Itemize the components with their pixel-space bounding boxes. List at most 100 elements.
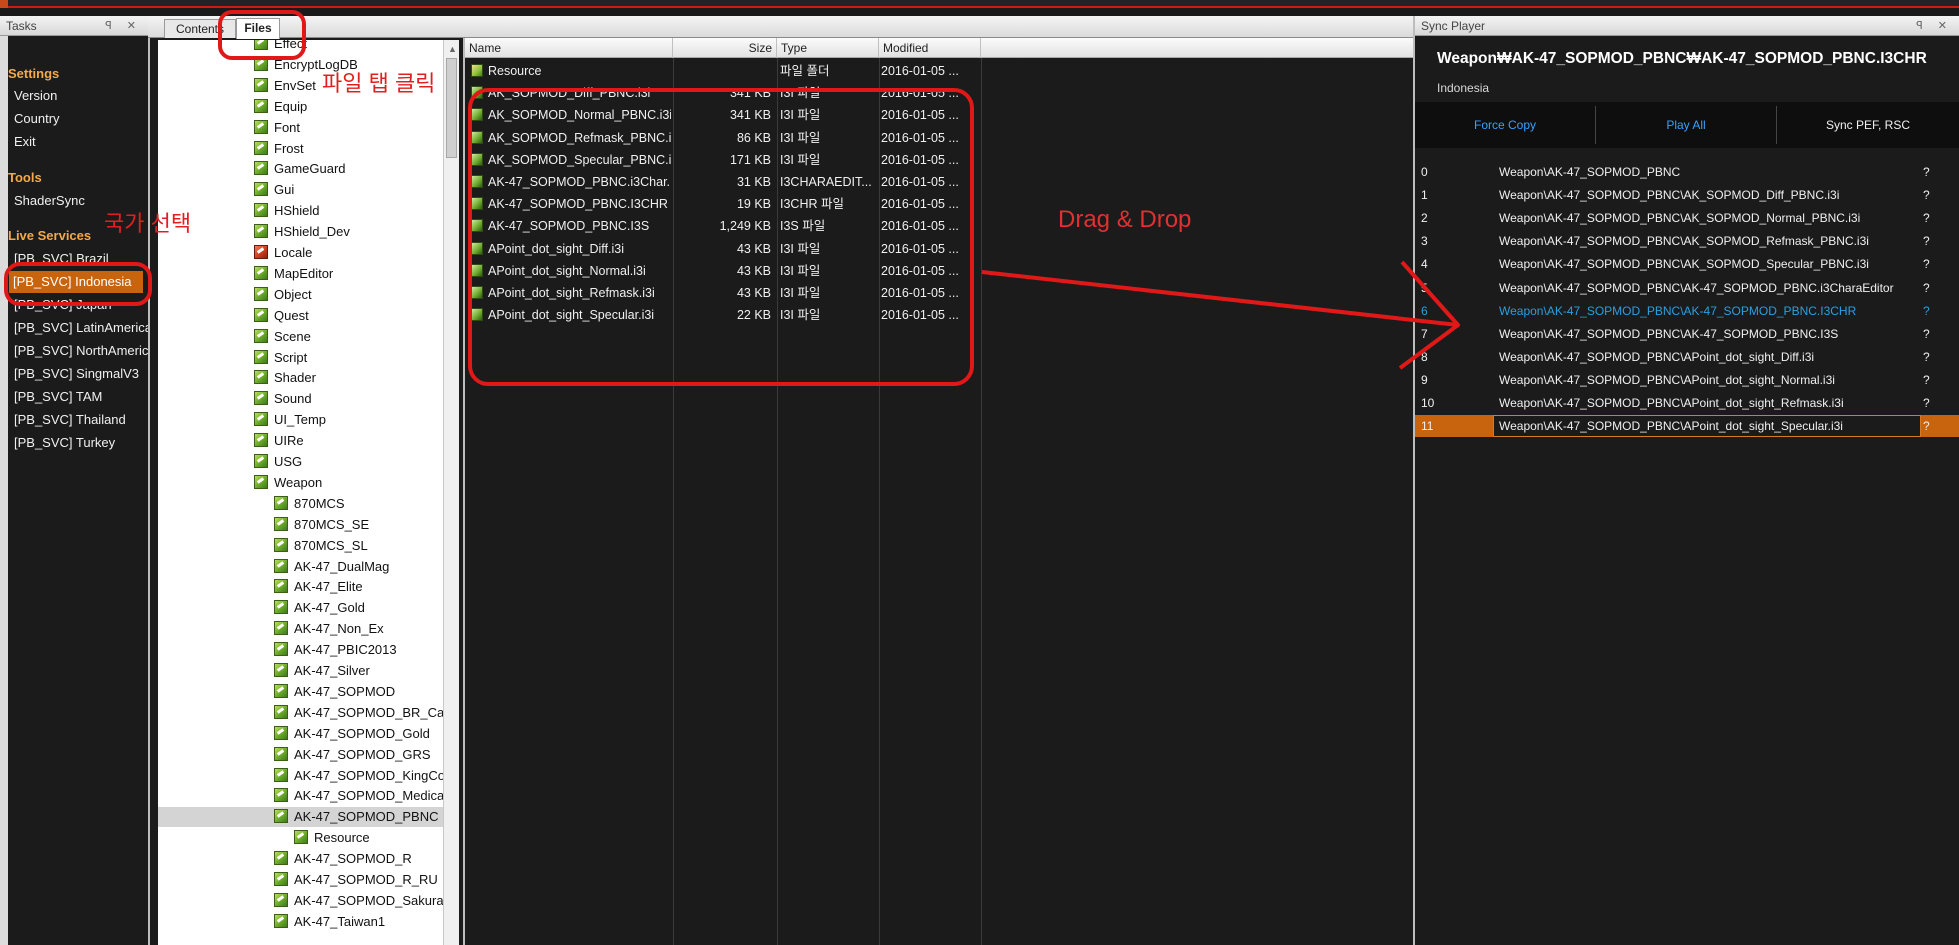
tree-node[interactable]: AK-47_Gold bbox=[274, 598, 365, 618]
tree-node[interactable]: Script bbox=[254, 348, 307, 368]
sync-row[interactable]: 8 Weapon\AK-47_SOPMOD_PBNC\APoint_dot_sig… bbox=[1415, 346, 1959, 368]
tree-node[interactable]: Effect bbox=[254, 40, 307, 54]
column-modified[interactable]: Modified bbox=[879, 38, 981, 58]
tree-scrollbar[interactable]: ▲ bbox=[443, 40, 459, 945]
live-service-japan[interactable]: [PB_SVC] Japan bbox=[14, 297, 112, 312]
tree-node[interactable]: AK-47_Silver bbox=[274, 661, 370, 681]
file-row[interactable]: AK-47_SOPMOD_PBNC.I3CHR 19 KB I3CHR 파일 2016… bbox=[465, 193, 1025, 215]
column-size[interactable]: Size bbox=[673, 38, 777, 58]
tree-node[interactable]: 870MCS_SE bbox=[274, 515, 369, 535]
panel-pin-close-icons[interactable]: ꟼ ✕ bbox=[1916, 16, 1953, 36]
tree-node[interactable]: AK-47_SOPMOD_BR_Camo bbox=[274, 703, 443, 723]
sync-row[interactable]: 6 Weapon\AK-47_SOPMOD_PBNC\AK-47_SOPMOD_P… bbox=[1415, 300, 1959, 322]
live-service-turkey[interactable]: [PB_SVC] Turkey bbox=[14, 435, 115, 450]
sync-row[interactable]: 10 Weapon\AK-47_SOPMOD_PBNC\APoint_dot_si… bbox=[1415, 392, 1959, 414]
task-country[interactable]: Country bbox=[14, 111, 60, 126]
live-service-indonesia[interactable]: [PB_SVC] Indonesia bbox=[9, 271, 143, 293]
tree-node[interactable]: Font bbox=[254, 118, 300, 138]
tree-node[interactable]: AK-47_Elite bbox=[274, 577, 363, 597]
file-row[interactable]: APoint_dot_sight_Diff.i3i 43 KB I3I 파일 2016… bbox=[465, 238, 1025, 260]
tree-node[interactable]: UIRe bbox=[254, 431, 304, 451]
sync-row[interactable]: 5 Weapon\AK-47_SOPMOD_PBNC\AK-47_SOPMOD_P… bbox=[1415, 277, 1959, 299]
file-row[interactable]: Resource 파일 폴더 2016-01-05 ... bbox=[465, 60, 1025, 82]
tree-node[interactable]: EnvSet bbox=[254, 76, 316, 96]
tree-node[interactable]: Quest bbox=[254, 306, 309, 326]
sync-row[interactable]: 3 Weapon\AK-47_SOPMOD_PBNC\AK_SOPMOD_Refm… bbox=[1415, 230, 1959, 252]
live-service-northamerica[interactable]: [PB_SVC] NorthAmerica bbox=[14, 343, 156, 358]
file-row[interactable]: AK_SOPMOD_Refmask_PBNC.i3i 86 KB I3I 파일 201… bbox=[465, 127, 1025, 149]
folder-icon bbox=[254, 119, 268, 134]
file-row[interactable]: AK-47_SOPMOD_PBNC.i3Char... 31 KB I3CHARAE… bbox=[465, 171, 1025, 193]
tree-node[interactable]: AK-47_SOPMOD_PBNC bbox=[158, 807, 443, 828]
task-shadersync[interactable]: ShaderSync bbox=[14, 193, 85, 208]
panel-pin-close-icons[interactable]: ꟼ ✕ bbox=[105, 16, 142, 36]
tasks-panel-title: Tasks bbox=[6, 19, 37, 33]
folder-icon bbox=[254, 286, 268, 301]
tree-node[interactable]: Frost bbox=[254, 139, 304, 159]
sync-row[interactable]: 1 Weapon\AK-47_SOPMOD_PBNC\AK_SOPMOD_Diff… bbox=[1415, 184, 1959, 206]
tree-node[interactable]: Resource bbox=[294, 828, 370, 848]
live-service-tam[interactable]: [PB_SVC] TAM bbox=[14, 389, 102, 404]
live-service-latinamerica[interactable]: [PB_SVC] LatinAmerica bbox=[14, 320, 152, 335]
folder-icon bbox=[274, 788, 288, 803]
live-service-thailand[interactable]: [PB_SVC] Thailand bbox=[14, 412, 126, 427]
file-row[interactable]: APoint_dot_sight_Specular.i3i 22 KB I3I 파일… bbox=[465, 304, 1025, 326]
live-service-singmalv3[interactable]: [PB_SVC] SingmalV3 bbox=[14, 366, 139, 381]
tree-node[interactable]: AK-47_SOPMOD_R bbox=[274, 849, 412, 869]
file-row[interactable]: APoint_dot_sight_Normal.i3i 43 KB I3I 파일 20… bbox=[465, 260, 1025, 282]
sync-row[interactable]: 0 Weapon\AK-47_SOPMOD_PBNC? bbox=[1415, 161, 1959, 183]
file-row[interactable]: AK_SOPMOD_Specular_PBNC.i... 171 KB I3I 파일… bbox=[465, 149, 1025, 171]
force-copy-button[interactable]: Force Copy bbox=[1415, 102, 1595, 148]
sync-row[interactable]: 2 Weapon\AK-47_SOPMOD_PBNC\AK_SOPMOD_Norm… bbox=[1415, 207, 1959, 229]
sync-row[interactable]: 4 Weapon\AK-47_SOPMOD_PBNC\AK_SOPMOD_Spec… bbox=[1415, 253, 1959, 275]
tree-node[interactable]: AK-47_DualMag bbox=[274, 557, 389, 577]
tree-node[interactable]: 870MCS bbox=[274, 494, 345, 514]
tree-node[interactable]: Sound bbox=[254, 389, 312, 409]
file-name: AK_SOPMOD_Specular_PBNC.i... bbox=[471, 149, 671, 171]
file-row[interactable]: AK_SOPMOD_Diff_PBNC.i3i 341 KB I3I 파일 2016-… bbox=[465, 82, 1025, 104]
tree-node[interactable]: Weapon bbox=[254, 473, 322, 493]
tree-node[interactable]: Shader bbox=[254, 368, 316, 388]
task-version[interactable]: Version bbox=[14, 88, 57, 103]
tree-node[interactable]: HShield_Dev bbox=[254, 222, 350, 242]
sync-row[interactable]: 7 Weapon\AK-47_SOPMOD_PBNC\AK-47_SOPMOD_P… bbox=[1415, 323, 1959, 345]
tree-node[interactable]: GameGuard bbox=[254, 159, 346, 179]
scroll-up-icon[interactable]: ▲ bbox=[448, 44, 457, 54]
file-row[interactable]: AK-47_SOPMOD_PBNC.I3S 1,249 KB I3S 파일 2016-… bbox=[465, 215, 1025, 237]
tree-node[interactable]: AK-47_SOPMOD_Gold bbox=[274, 724, 430, 744]
tree-node[interactable]: AK-47_SOPMOD_GRS bbox=[274, 745, 431, 765]
tree-node[interactable]: AK-47_Taiwan1 bbox=[274, 912, 385, 932]
sync-row-index: 8 bbox=[1421, 349, 1428, 364]
file-name-text: APoint_dot_sight_Specular.i3i bbox=[488, 308, 655, 323]
task-exit[interactable]: Exit bbox=[14, 134, 36, 149]
column-type[interactable]: Type bbox=[777, 38, 879, 58]
tree-node[interactable]: Locale bbox=[254, 243, 312, 263]
tree-node[interactable]: AK-47_SOPMOD_Medical bbox=[274, 786, 443, 806]
file-row[interactable]: AK_SOPMOD_Normal_PBNC.i3i 341 KB I3I 파일 201… bbox=[465, 104, 1025, 126]
sync-row[interactable]: 9 Weapon\AK-47_SOPMOD_PBNC\APoint_dot_sig… bbox=[1415, 369, 1959, 391]
tree-node[interactable]: USG bbox=[254, 452, 302, 472]
tree-node[interactable]: MapEditor bbox=[254, 264, 333, 284]
tree-node[interactable]: AK-47_Non_Ex bbox=[274, 619, 384, 639]
tree-node[interactable]: AK-47_SOPMOD_KingCobra bbox=[274, 766, 443, 786]
tree-node[interactable]: Scene bbox=[254, 327, 311, 347]
tree-node[interactable]: AK-47_SOPMOD_R_RU bbox=[274, 870, 438, 890]
play-all-button[interactable]: Play All bbox=[1596, 102, 1776, 148]
tree-node[interactable]: Object bbox=[254, 285, 312, 305]
tree-node[interactable]: UI_Temp bbox=[254, 410, 326, 430]
tree-node[interactable]: AK-47_SOPMOD bbox=[274, 682, 395, 702]
tree-node[interactable]: HShield bbox=[254, 201, 320, 221]
tree-node[interactable]: Equip bbox=[254, 97, 307, 117]
sync-pef-rsc-button[interactable]: Sync PEF, RSC bbox=[1777, 102, 1959, 148]
sync-row[interactable]: 11 Weapon\AK-47_SOPMOD_PBNC\APoint_dot_si… bbox=[1415, 415, 1959, 438]
tree-node[interactable]: 870MCS_SL bbox=[274, 536, 368, 556]
column-name[interactable]: Name bbox=[465, 38, 673, 58]
tree-node[interactable]: Gui bbox=[254, 180, 294, 200]
tab-files[interactable]: Files bbox=[236, 18, 280, 39]
file-row[interactable]: APoint_dot_sight_Refmask.i3i 43 KB I3I 파일 2… bbox=[465, 282, 1025, 304]
tab-contents[interactable]: Contents bbox=[164, 19, 236, 38]
tree-scrollbar-thumb[interactable] bbox=[446, 58, 457, 158]
tree-node[interactable]: AK-47_PBIC2013 bbox=[274, 640, 397, 660]
tree-node[interactable]: AK-47_SOPMOD_Sakura bbox=[274, 891, 443, 911]
live-service-brazil[interactable]: [PB_SVC] Brazil bbox=[14, 251, 109, 266]
